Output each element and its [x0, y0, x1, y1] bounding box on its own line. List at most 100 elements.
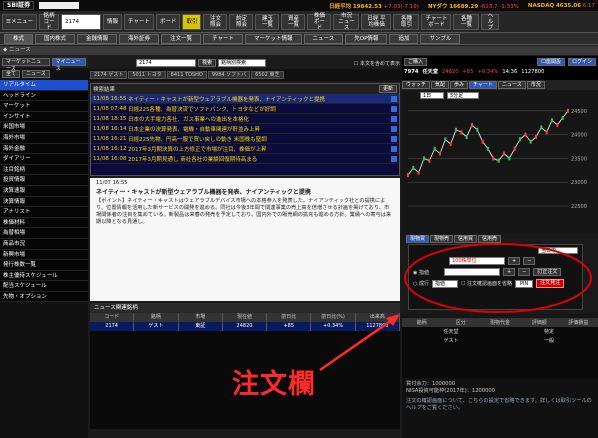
chart-button[interactable]: チャート — [123, 13, 154, 30]
news-search-button[interactable]: 検索 — [198, 59, 217, 67]
tool-btn-8[interactable]: チャート ボード — [421, 13, 452, 30]
news-row[interactable]: 11/08 07:48 日経225各種、為替決済でソフトバンク、トヨタなどが好調 — [91, 104, 399, 114]
tab-chart-active[interactable]: チャート — [469, 81, 497, 89]
quantity-input[interactable]: 100株単位 — [449, 257, 505, 265]
price-type-select[interactable]: 指値 — [431, 279, 458, 288]
news-code-input[interactable]: 2174 — [136, 59, 196, 67]
news-tab-market[interactable]: マーケットニュース — [2, 58, 50, 72]
holding-row[interactable]: 任天堂 特定 — [402, 327, 598, 336]
news-row[interactable]: 11/08 16:08 2017年3月期見通し 商社各社の業績回復期待高まる — [91, 154, 399, 164]
filter-news-button[interactable]: ニュース — [22, 70, 50, 78]
open-account-button[interactable]: 口座開設 — [536, 58, 565, 66]
tab-watch[interactable]: ウォッチ — [402, 81, 431, 89]
ticker-tab[interactable]: 8411 TOSHO — [166, 71, 207, 79]
search-type-select[interactable]: 銘柄別検索 — [218, 59, 267, 67]
tab-foreign[interactable]: 海外証券 — [119, 33, 160, 44]
nav-item[interactable]: 新興市場 — [0, 249, 88, 261]
ticker-tab[interactable]: 9984 ソフトバ — [207, 71, 251, 79]
related-row[interactable]: 2174 ゲスト 東証 24820 +85 +0.34% 1127800 — [90, 322, 400, 331]
tab-domestic[interactable]: 国内株式 — [35, 33, 76, 44]
tool-btn-9[interactable]: 各種 一覧 — [453, 13, 480, 30]
update-button[interactable]: 更新 — [378, 84, 397, 93]
code-input[interactable]: 2174 — [60, 13, 101, 30]
nav-item[interactable]: 株価材料 — [0, 217, 88, 229]
tab-news[interactable]: ニュース — [303, 33, 344, 44]
nav-item[interactable]: アナリスト — [0, 207, 88, 218]
interval-select[interactable]: 5分足 — [447, 91, 479, 99]
pin-input[interactable]: PIN — [515, 279, 534, 288]
tab-quotes[interactable]: 気配 — [431, 81, 450, 89]
tool-btn-2[interactable]: 建玉 一覧 — [255, 13, 280, 30]
tab-chart[interactable]: チャート — [203, 33, 244, 44]
nav-item[interactable]: 米国市場 — [0, 122, 88, 133]
news-tab-my[interactable]: マイニュース — [51, 58, 86, 72]
tool-btn-1[interactable]: 約定 照会 — [229, 13, 254, 30]
nav-item[interactable]: 先物・オプション — [0, 291, 88, 303]
tab-orders[interactable]: 注文一覧 — [161, 33, 202, 44]
nav-item[interactable]: 株主優待スケジュール — [0, 270, 88, 282]
news-row[interactable]: 11/08 16:21 日経225先物、円高一服で買い戻しの動き 米国株も堅調 — [91, 134, 399, 144]
tab-conditions[interactable]: 市況 — [526, 81, 545, 89]
account-field[interactable] — [39, 2, 80, 9]
ticker-tab[interactable]: 6502 東芝 — [251, 71, 284, 79]
correct-order-button[interactable]: 訂正注文 — [533, 268, 562, 276]
tool-btn-3[interactable]: 資産 一覧 — [281, 13, 306, 30]
news-row[interactable]: 11/08 16:55 ネイティー・キャストが新型ウェアラブル機器を発表、ナイアン… — [91, 94, 399, 104]
nav-item[interactable]: 海外金融 — [0, 143, 88, 155]
menu-button[interactable]: ☰ メニュー — [2, 13, 37, 30]
ticker-tab[interactable]: 5011 トヨタ — [128, 71, 166, 79]
tab-ticks[interactable]: 歩み — [450, 81, 469, 89]
nav-item[interactable]: 配当スケジュール — [0, 281, 88, 292]
nav-item[interactable]: 投資情報 — [0, 175, 88, 186]
nav-item[interactable]: 決算情報 — [0, 196, 88, 208]
tab-stock[interactable]: 株式 — [4, 33, 34, 44]
tool-btn-5[interactable]: 市況 ニュース — [333, 13, 360, 31]
trade-button[interactable]: 取引 — [182, 13, 202, 30]
tab-sample[interactable]: サンプル — [420, 33, 461, 44]
tab-money[interactable]: 金銭情報 — [77, 33, 118, 44]
nav-item[interactable]: インサイト — [0, 111, 88, 123]
skip-confirm-checkbox[interactable]: ☐ 注文確認画面を省略 — [461, 280, 512, 287]
tool-btn-6[interactable]: 日経 平均株価 — [361, 13, 392, 30]
news-row[interactable]: 11/08 16:14 日本企業の決算発表、電機・自動車関連が軒並み上昇 — [91, 124, 399, 134]
tab-stock-news[interactable]: ニュース — [498, 81, 526, 89]
nav-item[interactable]: ダイアリー — [0, 154, 88, 165]
nav-item[interactable]: 為替相場 — [0, 228, 88, 239]
order-tab-buy[interactable]: 現物買 — [406, 234, 430, 243]
tab-futures[interactable]: 先OP情報 — [345, 33, 388, 44]
nav-item[interactable]: マーケット — [0, 101, 88, 112]
price-down-button[interactable]: − — [518, 268, 531, 276]
nav-item[interactable]: 発行株数一覧 — [0, 260, 88, 271]
tool-btn-4[interactable]: 株価 ボード — [307, 13, 332, 31]
nav-item[interactable]: 決算速報 — [0, 185, 88, 197]
qty-down-button[interactable]: − — [523, 257, 536, 265]
ticker-tab[interactable]: 2174 ゲスト — [90, 71, 128, 79]
nav-item[interactable]: リアルタイム — [0, 80, 88, 91]
news-row[interactable]: 11/08 16:12 2017年3月期決算の上方修正で市場が注目、株価が上昇 — [91, 144, 399, 154]
price-input[interactable] — [443, 268, 500, 276]
tool-btn-0[interactable]: 注文 照会 — [203, 13, 228, 30]
qty-up-button[interactable]: + — [508, 257, 521, 265]
order-tab-margin-buy[interactable]: 信用買 — [454, 234, 478, 243]
term-select[interactable]: 当日中 — [538, 247, 578, 254]
tab-add[interactable]: 追加 — [389, 33, 419, 44]
filter-all-button[interactable]: 全て — [2, 70, 21, 78]
nav-item[interactable]: 海外市場 — [0, 132, 88, 144]
period-select[interactable]: 1日 — [420, 91, 444, 99]
nav-item[interactable]: 商品市況 — [0, 238, 88, 250]
radio-limit[interactable]: ◉ 指値 — [413, 269, 429, 276]
tool-btn-7[interactable]: 各種 取引 — [393, 13, 420, 30]
include-body-checkbox[interactable]: ☐ 本文を含めて表示 — [354, 60, 400, 67]
price-up-button[interactable]: + — [502, 268, 516, 276]
nav-item[interactable]: ヘッドライン — [0, 90, 88, 102]
help-button[interactable]: ヘルプ — [481, 13, 500, 31]
news-row[interactable]: 11/08 18:15 日本の大手電力各社、ガス事業への進出を本格化 — [91, 114, 399, 124]
holding-row[interactable]: ゲスト 一般 — [402, 336, 598, 345]
purchase-button[interactable]: ご購入 — [404, 58, 428, 66]
board-button[interactable]: ボード — [155, 13, 181, 30]
order-tab-margin-sell[interactable]: 信用売 — [478, 234, 502, 243]
tab-market[interactable]: マーケット情報 — [245, 33, 302, 44]
nav-item[interactable]: 注目銘柄 — [0, 164, 88, 176]
info-button[interactable]: 情報 — [102, 13, 122, 30]
radio-market[interactable]: ○ 成行 — [413, 280, 429, 287]
